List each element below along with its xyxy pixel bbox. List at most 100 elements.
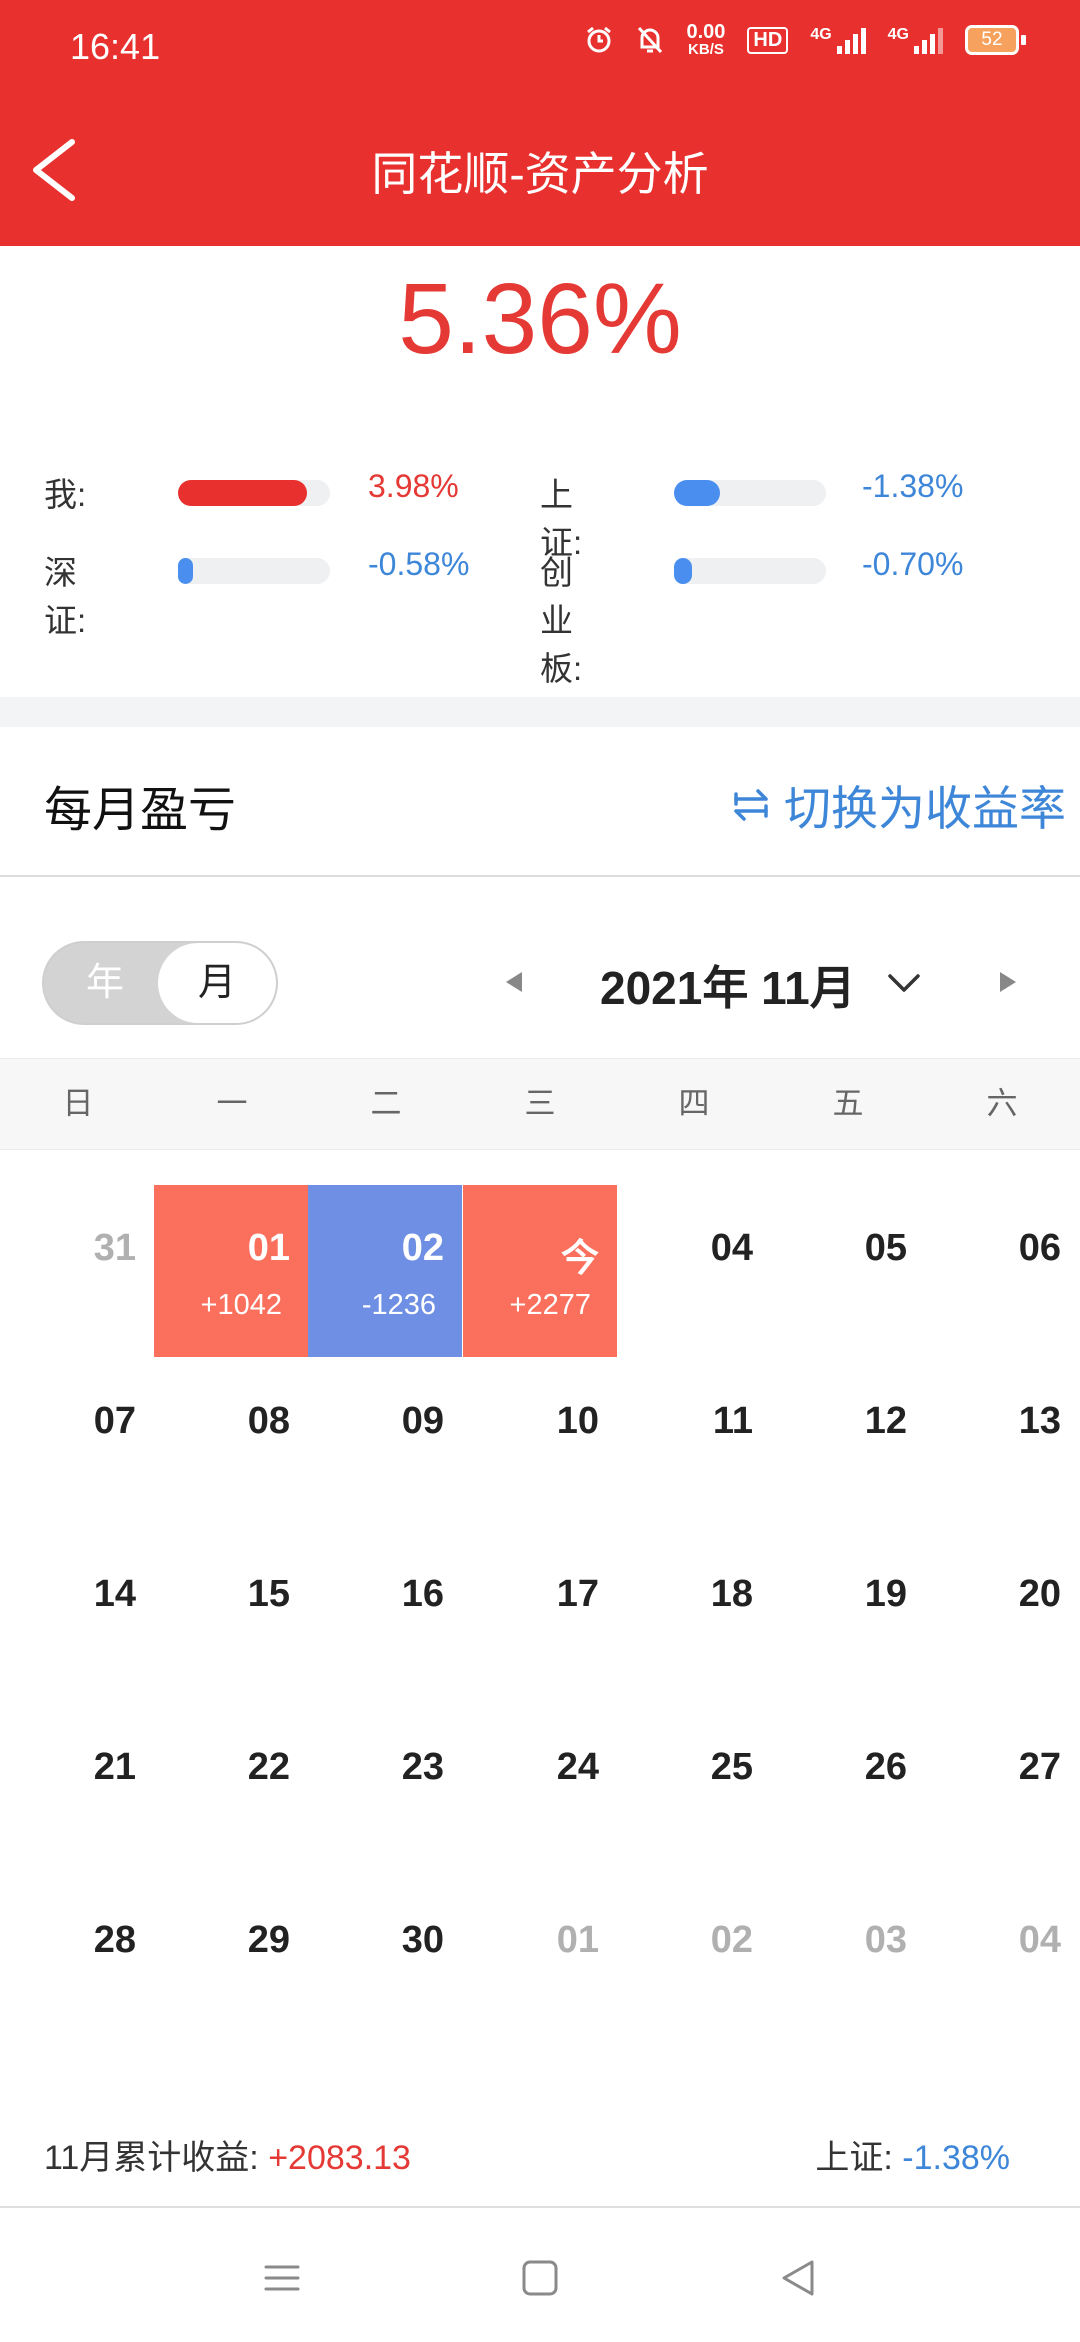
calendar-day-number: 27 [1018,1746,1061,1788]
comparison-value: -1.38% [862,468,964,504]
speed-unit: KB/S [688,41,724,58]
bell-off-icon [638,26,663,54]
calendar-day-pnl: +2277 [509,1289,591,1321]
comparison-bar [178,558,330,584]
cumulative-label: 11月累计收益: [44,2139,259,2177]
menu-nav-button[interactable] [252,2248,312,2308]
triangle-left-icon [506,972,522,992]
chevron-down-icon [888,974,920,992]
calendar-day-cell[interactable]: 02 -1236 [308,1185,462,1357]
next-month-button[interactable] [988,962,1028,1002]
switch-to-rate-button[interactable]: 切换为收益率 [728,770,1066,839]
calendar-day-cell[interactable]: 18 [617,1531,771,1703]
comparison-bar-fill [674,480,720,506]
calendar-day-cell[interactable]: 21 [0,1704,154,1876]
calendar-day-cell[interactable]: 01 [463,1877,617,2049]
calendar-day-cell[interactable]: 20 [925,1531,1079,1703]
toggle-year[interactable]: 年 [62,943,148,1023]
calendar-day-cell[interactable]: 09 [308,1358,462,1530]
current-month[interactable]: 2021年 11月 [600,952,856,1018]
triangle-right-icon [1000,972,1016,992]
index-label: 上证: [815,2139,893,2177]
calendar-day-cell[interactable]: 15 [154,1531,308,1703]
comparison-value: 3.98% [368,468,459,504]
calendar-day-cell[interactable]: 16 [308,1531,462,1703]
calendar-day-cell[interactable]: 05 [771,1185,925,1357]
comparison-bar [674,480,826,506]
toggle-month[interactable]: 月 [158,943,276,1023]
calendar-day-cell[interactable]: 04 [925,1877,1079,2049]
comparison-row: 我: 3.98% 上证: -1.38% [0,460,1080,561]
weekday-label: 五 [832,1086,864,1121]
calendar-day-number: 19 [864,1573,907,1615]
period-toggle[interactable]: 年 月 [42,941,278,1025]
calendar-day-cell[interactable]: 24 [463,1704,617,1876]
month-picker-button[interactable] [884,964,924,1004]
signal-icon: 4G [888,26,943,54]
calendar-day-cell[interactable]: 25 [617,1704,771,1876]
section-title: 每月盈亏 [44,784,237,837]
calendar-day-number: 08 [247,1400,290,1442]
calendar-day-number: 15 [247,1573,290,1615]
calendar-day-number: 29 [247,1919,290,1961]
calendar-day-cell[interactable]: 29 [154,1877,308,2049]
calendar-day-cell[interactable]: 今 +2277 [463,1185,617,1357]
calendar-day-number: 01 [247,1227,290,1269]
calendar-day-cell[interactable]: 10 [463,1358,617,1530]
calendar-day-cell[interactable]: 23 [308,1704,462,1876]
calendar-day-cell[interactable]: 27 [925,1704,1079,1876]
weekday-label: 一 [216,1086,248,1121]
calendar-day-pnl: +1042 [200,1289,282,1321]
calendar-day-number: 22 [247,1746,290,1788]
previous-month-button[interactable] [494,962,534,1002]
comparison-label: 深证: [44,554,87,639]
calendar-day-cell[interactable]: 22 [154,1704,308,1876]
calendar-day-cell[interactable]: 14 [0,1531,154,1703]
weekday-label: 日 [62,1086,94,1121]
calendar-day-number: 02 [401,1227,444,1269]
weekday-label: 六 [986,1086,1018,1121]
weekday-label: 四 [678,1086,710,1121]
calendar-day-cell[interactable]: 08 [154,1358,308,1530]
calendar-day-cell[interactable]: 07 [0,1358,154,1530]
calendar-day-number: 30 [401,1919,444,1961]
calendar-day-number: 11 [712,1400,753,1442]
calendar-day-cell[interactable]: 13 [925,1358,1079,1530]
calendar-day-number: 01 [556,1919,599,1961]
weekday-label: 三 [524,1086,556,1121]
calendar-day-pnl: -1236 [361,1289,436,1321]
calendar-day-number: 04 [1018,1919,1061,1961]
calendar-day-cell[interactable]: 28 [0,1877,154,2049]
calendar-day-number: 02 [710,1919,753,1961]
calendar-day-cell[interactable]: 17 [463,1531,617,1703]
battery-icon: 52 [965,25,1026,55]
status-bar: 16:41 0.00 KB/S HD 4G 4G 52 [0,0,1080,96]
calendar-day-cell[interactable]: 19 [771,1531,925,1703]
comparison-row: 深证: -0.58% 创业板: -0.70% [0,538,1080,687]
calendar-day-cell[interactable]: 06 [925,1185,1079,1357]
comparison-bar-fill [178,480,308,506]
hd-badge: HD [747,26,789,54]
calendar-day-cell[interactable]: 30 [308,1877,462,2049]
calendar-day-number: 17 [556,1573,599,1615]
alarm-icon [587,26,612,53]
calendar-day-cell[interactable]: 01 +1042 [154,1185,308,1357]
calendar-day-cell[interactable]: 12 [771,1358,925,1530]
home-nav-button[interactable] [510,2248,570,2308]
calendar-day-cell[interactable]: 03 [771,1877,925,2049]
calendar-day-number: 05 [864,1227,907,1269]
calendar-day-cell[interactable]: 02 [617,1877,771,2049]
calendar-day-cell[interactable]: 04 [617,1185,771,1357]
calendar-day-cell[interactable]: 31 [0,1185,154,1357]
switch-label: 切换为收益率 [784,782,1066,835]
calendar-day-cell[interactable]: 26 [771,1704,925,1876]
app-header: 16:41 0.00 KB/S HD 4G 4G 52 同花顺-资产分析 [0,0,1080,246]
comparison-label: 创业板: [540,554,583,687]
calendar-day-number: 21 [93,1746,136,1788]
calendar-day-number: 26 [864,1746,907,1788]
back-nav-button[interactable] [768,2248,828,2308]
calendar-day-cell[interactable]: 11 [617,1358,771,1530]
calendar-day-number: 06 [1018,1227,1061,1269]
network-type: 4G [887,26,909,43]
menu-icon [264,2265,300,2291]
